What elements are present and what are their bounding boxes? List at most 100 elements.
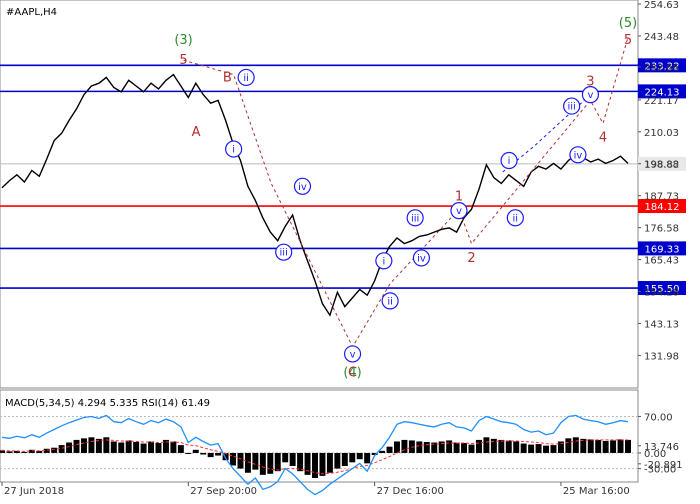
macd-histogram-bar	[207, 452, 214, 458]
price-axis-tick: 154.28	[644, 288, 679, 299]
macd-histogram-bar	[513, 441, 520, 453]
macd-histogram-bar	[453, 442, 460, 453]
macd-histogram-bar	[423, 441, 430, 453]
wave-label: 2	[467, 251, 475, 266]
price-axis-tick: 221.17	[644, 96, 679, 107]
macd-histogram-bar	[289, 452, 296, 466]
macd-histogram-bar	[51, 447, 58, 453]
macd-histogram-bar	[21, 451, 28, 453]
wave-label: ii	[387, 296, 393, 307]
time-axis-tick: 25 Mar 16:00	[563, 486, 630, 497]
price-axis-tick: 243.48	[644, 32, 679, 43]
macd-histogram-bar	[259, 452, 266, 475]
price-axis: 254.63 243.48 232.66 221.17 210.03 198.88 187.…	[638, 0, 683, 476]
macd-histogram-bar	[341, 452, 348, 466]
wave-label: 5	[624, 33, 632, 48]
macd-histogram-bar	[379, 450, 386, 453]
price-axis-tick: 210.03	[644, 128, 679, 139]
macd-histogram-bar	[416, 441, 423, 453]
wave-label: 5	[179, 53, 187, 68]
indicator-label: MACD(5,34,5) 4.294 5.335 RSI(14) 61.49	[5, 398, 210, 409]
price-axis-tick: 143.13	[644, 319, 679, 330]
price-axis-tick: 198.88	[644, 160, 679, 171]
macd-histogram-bar	[625, 439, 631, 453]
macd-histogram-bar	[170, 441, 177, 453]
macd-histogram-bar	[133, 441, 140, 453]
price-axis-tick: 232.66	[644, 63, 679, 74]
macd-histogram-bar	[543, 445, 550, 453]
wave-label: A	[192, 125, 201, 140]
macd-histogram-bar	[393, 441, 400, 453]
indicator-axis-tick: 0.00	[644, 449, 666, 460]
macd-histogram-bar	[252, 452, 259, 470]
macd-histogram-bar	[215, 452, 222, 456]
macd-histogram-bar	[602, 440, 609, 453]
macd-histogram-bar	[140, 443, 147, 453]
macd-histogram-bar	[237, 452, 244, 469]
wave-label: iii	[411, 213, 419, 224]
wave-label: iii	[280, 248, 288, 259]
macd-histogram-bar	[535, 444, 542, 453]
macd-histogram-bar	[505, 440, 512, 453]
macd-histogram-bar	[520, 443, 527, 453]
macd-histogram-bar	[230, 452, 237, 466]
macd-histogram-bar	[610, 440, 617, 453]
price-chart-canvas[interactable]: 233.22224.13198.82184.12169.33155.50 (3)…	[0, 0, 700, 500]
indicator-axis-tick: 70.00	[644, 412, 673, 423]
macd-histogram-bar	[148, 441, 155, 453]
macd-histogram-bar	[125, 440, 132, 453]
wave-label: C	[348, 366, 357, 381]
macd-histogram-bar	[66, 442, 73, 453]
level-tag-label: 184.12	[645, 202, 680, 213]
wave-label: v	[456, 206, 462, 217]
macd-histogram-bar	[498, 439, 505, 453]
macd-histogram-bar	[572, 437, 579, 453]
macd-histogram-bar	[595, 439, 602, 453]
macd-histogram-bar	[587, 439, 594, 453]
time-axis-tick: 27 Dec 16:00	[377, 486, 444, 497]
macd-histogram-bar	[297, 452, 304, 472]
main-plot-frame	[0, 0, 639, 389]
macd-histogram-bar	[6, 451, 13, 453]
macd-histogram-bar	[192, 449, 199, 453]
macd-histogram-bar	[58, 445, 65, 453]
wave-label: i	[508, 156, 511, 167]
macd-histogram-bar	[356, 452, 363, 460]
macd-histogram-bar	[326, 452, 333, 473]
macd-histogram-bar	[185, 452, 192, 454]
wave-label: v	[350, 349, 356, 360]
macd-histogram-bar	[155, 443, 162, 453]
wave-label: iv	[298, 182, 307, 193]
macd-histogram-bar	[446, 440, 453, 453]
macd-histogram-bar	[617, 439, 624, 453]
macd-histogram-bar	[304, 452, 311, 475]
wave-label: iv	[417, 253, 426, 264]
macd-histogram-bar	[528, 444, 535, 453]
macd-histogram-bar	[483, 437, 490, 453]
macd-histogram-bar	[267, 452, 274, 474]
wave-label: iv	[574, 150, 583, 161]
macd-histogram-bar	[200, 452, 207, 455]
time-axis-tick: 27 Jun 2018	[4, 486, 64, 497]
price-axis-tick: 187.73	[644, 192, 679, 203]
macd-histogram-bar	[110, 441, 117, 453]
macd-histogram-bar	[475, 439, 482, 453]
price-axis-tick: 131.98	[644, 351, 679, 362]
macd-histogram-bar	[73, 439, 80, 453]
macd-histogram-bar	[177, 445, 184, 453]
macd-histogram-bar	[312, 452, 318, 478]
macd-histogram-bar	[319, 452, 326, 476]
macd-histogram-bar	[468, 444, 475, 453]
wave-label: i	[382, 256, 385, 267]
macd-histogram-bar	[349, 452, 356, 463]
macd-histogram-bar	[274, 452, 281, 472]
wave-label: v	[587, 90, 593, 101]
wave-label: 4	[599, 131, 607, 146]
macd-histogram-bar	[364, 452, 371, 464]
macd-histogram-bar	[88, 437, 95, 453]
price-axis-tick: 254.63	[644, 0, 679, 11]
macd-histogram-bar	[550, 445, 557, 453]
wave-label: i	[232, 145, 235, 156]
price-axis-tick: 176.58	[644, 224, 679, 235]
macd-histogram-bar	[461, 443, 468, 453]
